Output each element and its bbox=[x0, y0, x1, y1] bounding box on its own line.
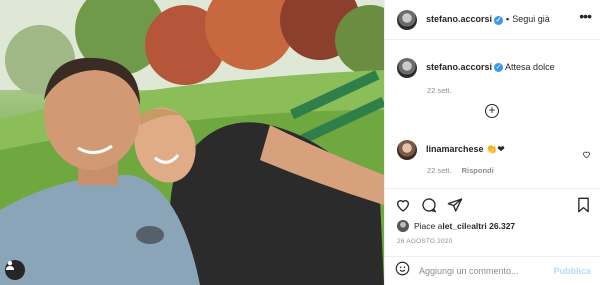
post-details-panel: stefano.accorsi ✓ • Segui già ••• stefano.a… bbox=[384, 0, 600, 285]
caption-text: Attesa dolce bbox=[505, 62, 555, 72]
header-separator: • bbox=[506, 14, 510, 25]
likes-prefix: Piace a bbox=[414, 221, 443, 231]
verified-icon: ✓ bbox=[494, 15, 504, 25]
verified-icon: ✓ bbox=[494, 63, 504, 73]
post-photo[interactable] bbox=[0, 0, 384, 285]
comment-date: 22 sett. bbox=[427, 166, 452, 175]
caption-date: 22 sett. bbox=[427, 86, 452, 95]
likes-summary[interactable]: Piace a let_cil e altri 26.327 bbox=[397, 220, 515, 232]
plus-circle-icon[interactable]: + bbox=[485, 104, 499, 118]
likes-count[interactable]: altri 26.327 bbox=[471, 221, 515, 231]
reply-button[interactable]: Rispondi bbox=[462, 166, 494, 175]
share-icon[interactable] bbox=[447, 197, 463, 218]
follow-button[interactable]: Segui già bbox=[512, 14, 550, 24]
add-comment-bar: Pubblica bbox=[385, 256, 600, 285]
liker-username[interactable]: let_cil bbox=[442, 221, 466, 231]
commenter-avatar[interactable] bbox=[397, 140, 417, 160]
post-header: stefano.accorsi ✓ • Segui già ••• bbox=[385, 0, 600, 40]
emoji-icon[interactable] bbox=[395, 261, 410, 281]
post-actions: Piace a let_cil e altri 26.327 26 AGOSTO… bbox=[385, 188, 600, 258]
comment-text: 👏❤ bbox=[486, 144, 505, 154]
caption: stefano.accorsi ✓ Attesa dolce 22 sett. bbox=[397, 58, 597, 95]
comment-icon[interactable] bbox=[421, 197, 437, 218]
caption-username[interactable]: stefano.accorsi bbox=[426, 62, 492, 72]
commenter-username[interactable]: linamarchese bbox=[426, 144, 484, 154]
user-tag-icon[interactable] bbox=[5, 260, 25, 280]
publish-button[interactable]: Pubblica bbox=[553, 266, 591, 276]
comment-heart-icon[interactable] bbox=[582, 146, 591, 164]
post-date: 26 AGOSTO 2020 bbox=[397, 238, 453, 245]
caption-avatar[interactable] bbox=[397, 58, 417, 78]
comment-input[interactable] bbox=[419, 266, 549, 276]
photo-scene bbox=[0, 0, 384, 285]
author-username[interactable]: stefano.accorsi bbox=[426, 14, 492, 24]
author-avatar[interactable] bbox=[397, 9, 417, 30]
more-icon[interactable]: ••• bbox=[579, 9, 592, 23]
comment-item: linamarchese 👏❤ 22 sett. Rispondi bbox=[397, 140, 597, 175]
bookmark-icon[interactable] bbox=[576, 197, 591, 218]
heart-icon[interactable] bbox=[395, 197, 411, 218]
liker-avatar bbox=[397, 220, 409, 232]
